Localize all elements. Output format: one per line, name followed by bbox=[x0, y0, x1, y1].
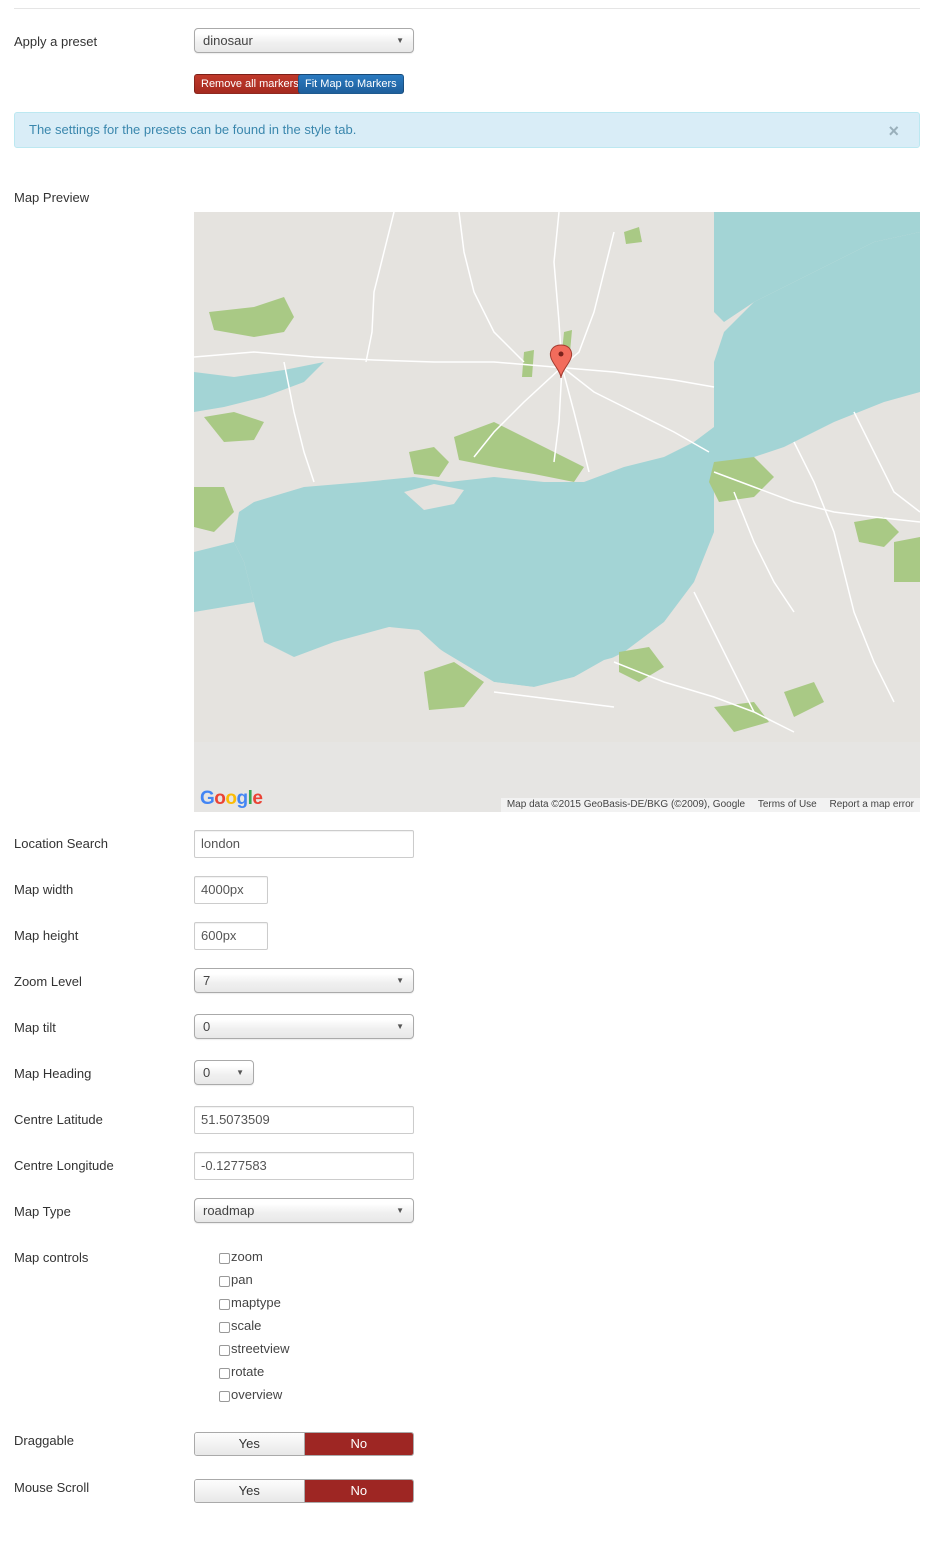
checkbox[interactable] bbox=[219, 1299, 230, 1310]
map-preview-label: Map Preview bbox=[14, 190, 90, 205]
map-heading-select[interactable]: 0 ▼ bbox=[194, 1060, 254, 1085]
map-type-value: roadmap bbox=[203, 1203, 255, 1218]
control-pan[interactable]: pan bbox=[219, 1268, 290, 1291]
control-scale[interactable]: scale bbox=[219, 1314, 290, 1337]
control-zoom[interactable]: zoom bbox=[219, 1245, 290, 1268]
location-search-label: Location Search bbox=[14, 836, 108, 851]
mouse-scroll-label: Mouse Scroll bbox=[14, 1480, 90, 1495]
mouse-scroll-no-button[interactable]: No bbox=[304, 1480, 413, 1502]
terms-of-use-link[interactable]: Terms of Use bbox=[758, 799, 817, 810]
control-overview[interactable]: overview bbox=[219, 1383, 290, 1406]
map-tilt-label: Map tilt bbox=[14, 1020, 56, 1035]
report-map-error-link[interactable]: Report a map error bbox=[830, 799, 914, 810]
chevron-down-icon: ▼ bbox=[396, 976, 404, 985]
control-maptype[interactable]: maptype bbox=[219, 1291, 290, 1314]
zoom-level-label: Zoom Level bbox=[14, 974, 82, 989]
control-rotate[interactable]: rotate bbox=[219, 1360, 290, 1383]
map-controls-list: zoom pan maptype scale streetview rotate… bbox=[219, 1245, 290, 1406]
chevron-down-icon: ▼ bbox=[396, 36, 404, 45]
zoom-level-value: 7 bbox=[203, 973, 211, 988]
centre-latitude-label: Centre Latitude bbox=[14, 1112, 103, 1127]
top-divider bbox=[14, 8, 920, 9]
map-height-label: Map height bbox=[14, 928, 79, 943]
map-width-label: Map width bbox=[14, 882, 74, 897]
control-streetview[interactable]: streetview bbox=[219, 1337, 290, 1360]
centre-longitude-input[interactable]: -0.1277583 bbox=[194, 1152, 414, 1180]
map-tilt-value: 0 bbox=[203, 1019, 211, 1034]
centre-latitude-input[interactable]: 51.5073509 bbox=[194, 1106, 414, 1134]
google-logo: Google bbox=[200, 788, 263, 809]
preset-value: dinosaur bbox=[203, 33, 253, 48]
map-tilt-select[interactable]: 0 ▼ bbox=[194, 1014, 414, 1039]
map-preview[interactable]: Google Map data ©2015 GeoBasis-DE/BKG (©… bbox=[194, 212, 920, 812]
zoom-level-select[interactable]: 7 ▼ bbox=[194, 968, 414, 993]
location-search-input[interactable]: london bbox=[194, 830, 414, 858]
map-attribution: Map data ©2015 GeoBasis-DE/BKG (©2009), … bbox=[500, 798, 920, 812]
map-heading-label: Map Heading bbox=[14, 1066, 92, 1081]
map-data-text: Map data ©2015 GeoBasis-DE/BKG (©2009), … bbox=[506, 799, 746, 810]
map-height-input[interactable]: 600px bbox=[194, 922, 268, 950]
map-width-input[interactable]: 4000px bbox=[194, 876, 268, 904]
mouse-scroll-toggle[interactable]: Yes No bbox=[194, 1479, 414, 1503]
checkbox[interactable] bbox=[219, 1368, 230, 1379]
map-canvas[interactable] bbox=[194, 212, 920, 742]
checkbox[interactable] bbox=[219, 1276, 230, 1287]
info-alert: The settings for the presets can be foun… bbox=[14, 112, 920, 148]
map-heading-value: 0 bbox=[203, 1065, 211, 1080]
checkbox[interactable] bbox=[219, 1253, 230, 1264]
remove-all-markers-button[interactable]: Remove all markers bbox=[194, 74, 306, 94]
draggable-label: Draggable bbox=[14, 1433, 74, 1448]
chevron-down-icon: ▼ bbox=[396, 1022, 404, 1031]
checkbox[interactable] bbox=[219, 1322, 230, 1333]
checkbox[interactable] bbox=[219, 1345, 230, 1356]
map-type-label: Map Type bbox=[14, 1204, 71, 1219]
draggable-toggle[interactable]: Yes No bbox=[194, 1432, 414, 1456]
draggable-no-button[interactable]: No bbox=[304, 1433, 413, 1455]
draggable-yes-button[interactable]: Yes bbox=[195, 1433, 305, 1455]
close-icon[interactable]: × bbox=[888, 114, 899, 148]
centre-longitude-label: Centre Longitude bbox=[14, 1158, 114, 1173]
preset-select[interactable]: dinosaur ▼ bbox=[194, 28, 414, 53]
map-type-select[interactable]: roadmap ▼ bbox=[194, 1198, 414, 1223]
map-controls-label: Map controls bbox=[14, 1250, 89, 1265]
alert-text: The settings for the presets can be foun… bbox=[29, 122, 357, 137]
fit-map-to-markers-button[interactable]: Fit Map to Markers bbox=[298, 74, 404, 94]
chevron-down-icon: ▼ bbox=[396, 1206, 404, 1215]
mouse-scroll-yes-button[interactable]: Yes bbox=[195, 1480, 305, 1502]
chevron-down-icon: ▼ bbox=[236, 1068, 244, 1077]
checkbox[interactable] bbox=[219, 1391, 230, 1402]
preset-label: Apply a preset bbox=[14, 34, 98, 49]
